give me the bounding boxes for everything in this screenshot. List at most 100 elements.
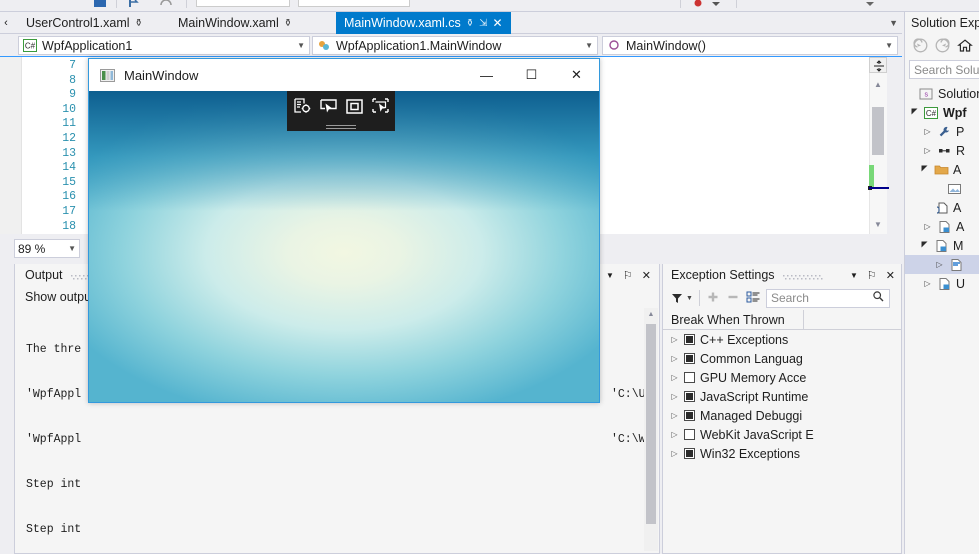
minimize-button[interactable]: — — [464, 59, 509, 91]
tree-item-folder[interactable]: A — [905, 160, 979, 179]
break-when-thrown-checkbox[interactable] — [684, 372, 695, 383]
remove-exception-button[interactable] — [726, 290, 740, 307]
exception-category-row[interactable]: ▷ Managed Debuggi — [663, 406, 901, 425]
output-scroll-up-arrow[interactable]: ▲ — [644, 308, 658, 321]
navbar-project-dropdown[interactable]: C# WpfApplication1 ▼ — [18, 36, 310, 55]
editor-zoom-combobox[interactable]: 89 % ▼ — [14, 239, 80, 258]
scrollbar-up-arrow[interactable]: ▲ — [869, 77, 887, 91]
tree-item-image[interactable] — [905, 179, 979, 198]
tree-item-mainwindow-xaml-cs[interactable]: ▷ — [905, 255, 979, 274]
break-when-thrown-checkbox[interactable] — [684, 429, 695, 440]
filter-caret-icon[interactable]: ▼ — [686, 295, 693, 302]
magnifier-icon[interactable] — [872, 290, 885, 306]
scrollbar-down-arrow[interactable]: ▼ — [869, 217, 887, 231]
navbar-member-dropdown[interactable]: MainWindow() ▼ — [602, 36, 898, 55]
tab-overflow-button[interactable]: ▼ — [889, 12, 898, 34]
expander-icon[interactable]: ▷ — [670, 373, 679, 382]
expander-collapsed-icon[interactable]: ▷ — [922, 279, 933, 288]
tree-item-mainwindow-xaml[interactable]: M — [905, 236, 979, 255]
output-close-button[interactable]: ✕ — [642, 269, 651, 282]
expander-icon[interactable]: ▷ — [670, 411, 679, 420]
pane-drag-grip[interactable] — [782, 271, 839, 280]
scrollbar-thumb[interactable] — [872, 107, 884, 155]
tree-item-usercontrol1-xaml[interactable]: ▷ U — [905, 274, 979, 293]
expander-icon[interactable]: ▷ — [670, 449, 679, 458]
expander-expanded-icon[interactable] — [919, 240, 930, 251]
vs-inapp-toolbar[interactable] — [287, 91, 395, 131]
unpin-icon[interactable]: ⇲ — [479, 18, 487, 29]
toolbar-combo-platform[interactable] — [298, 0, 410, 7]
expander-collapsed-icon[interactable]: ▷ — [922, 127, 933, 136]
tab-usercontrol1-xaml[interactable]: UserControl1.xaml ⚱ — [18, 12, 151, 34]
editor-split-view-button[interactable] — [869, 57, 887, 73]
exception-settings-header[interactable]: Exception Settings ▼ ⚐ ✕ — [663, 264, 901, 286]
output-vertical-scrollbar[interactable]: ▲ — [644, 308, 658, 551]
forward-icon[interactable] — [935, 38, 950, 56]
tree-item-properties[interactable]: ▷ P — [905, 122, 979, 141]
exception-settings-dropdown-button[interactable]: ▼ — [850, 271, 858, 280]
pin-icon[interactable]: ⚱ — [466, 18, 474, 29]
track-focused-element-icon[interactable] — [369, 95, 391, 117]
exception-category-row[interactable]: ▷ WebKit JavaScript E — [663, 425, 901, 444]
expander-expanded-icon[interactable] — [909, 107, 920, 118]
tree-item-app-xaml[interactable]: ▷ A — [905, 217, 979, 236]
wpf-app-window[interactable]: MainWindow — ☐ ✕ — [88, 58, 600, 403]
exception-settings-column-header[interactable]: Break When Thrown — [663, 309, 901, 330]
pin-icon[interactable]: ⚱ — [284, 18, 292, 29]
toolbar-overflow-icon[interactable] — [708, 0, 724, 10]
main-toolbar-strip[interactable] — [0, 0, 979, 12]
expander-icon[interactable]: ▷ — [670, 335, 679, 344]
tab-mainwindow-xaml-cs[interactable]: MainWindow.xaml.cs ⚱ ⇲ ✕ — [336, 12, 511, 34]
filter-icon[interactable]: ▼ — [670, 291, 693, 305]
solution-explorer-tree[interactable]: s Solution C# Wpf ▷ P ▷ R A A ▷ A M ▷ ▷ … — [905, 84, 979, 293]
toolbar-combo-config[interactable] — [196, 0, 290, 7]
exception-category-row[interactable]: ▷ Common Languag — [663, 349, 901, 368]
toolbar-button-stop[interactable] — [690, 0, 706, 10]
enable-selection-icon[interactable] — [317, 95, 339, 117]
chevron-down-icon[interactable]: ▼ — [68, 244, 76, 253]
app-window-client-area[interactable] — [89, 91, 599, 402]
toolbar-button-step-over[interactable] — [158, 0, 174, 10]
maximize-button[interactable]: ☐ — [509, 59, 554, 91]
column-divider[interactable] — [803, 309, 804, 330]
exception-settings-close-button[interactable]: ✕ — [886, 269, 895, 282]
expander-expanded-icon[interactable] — [919, 164, 930, 175]
tree-item-solution[interactable]: s Solution — [905, 84, 979, 103]
tab-scroll-left-button[interactable]: ‹ — [0, 12, 12, 34]
exception-settings-pin-button[interactable]: ⚐ — [867, 269, 877, 282]
tab-mainwindow-xaml[interactable]: MainWindow.xaml ⚱ — [170, 12, 300, 34]
chevron-down-icon[interactable]: ▼ — [885, 41, 893, 50]
chevron-down-icon[interactable]: ▼ — [297, 41, 305, 50]
toolbar-expand-icon[interactable] — [862, 0, 878, 10]
expander-collapsed-icon[interactable]: ▷ — [922, 146, 933, 155]
chevron-down-icon[interactable]: ▼ — [585, 41, 593, 50]
break-when-thrown-checkbox[interactable] — [684, 391, 695, 402]
toolbar-button-step[interactable] — [126, 0, 142, 10]
add-exception-button[interactable] — [706, 290, 720, 307]
columns-icon[interactable] — [746, 290, 760, 307]
go-to-live-visual-tree-icon[interactable] — [291, 95, 313, 117]
break-when-thrown-checkbox[interactable] — [684, 353, 695, 364]
break-when-thrown-checkbox[interactable] — [684, 334, 695, 345]
close-icon[interactable]: ✕ — [492, 16, 502, 30]
back-icon[interactable] — [913, 38, 928, 56]
expander-icon[interactable]: ▷ — [670, 392, 679, 401]
home-icon[interactable] — [957, 38, 973, 56]
tree-item-project[interactable]: C# Wpf — [905, 103, 979, 122]
exception-category-row[interactable]: ▷ JavaScript Runtime — [663, 387, 901, 406]
output-pin-button[interactable]: ⚐ — [623, 269, 633, 282]
solution-explorer-search-input[interactable]: Search Soluti — [909, 60, 979, 79]
output-scrollbar-thumb[interactable] — [646, 324, 656, 524]
exception-settings-list[interactable]: ▷ C++ Exceptions ▷ Common Languag ▷ GPU … — [663, 330, 901, 552]
expander-icon[interactable]: ▷ — [670, 430, 679, 439]
break-when-thrown-checkbox[interactable] — [684, 448, 695, 459]
toolbar-button-start[interactable] — [92, 0, 108, 10]
exception-category-row[interactable]: ▷ GPU Memory Acce — [663, 368, 901, 387]
exception-category-row[interactable]: ▷ Win32 Exceptions — [663, 444, 901, 463]
exception-search-input[interactable]: Search — [765, 288, 890, 308]
expander-icon[interactable]: ▷ — [670, 354, 679, 363]
navbar-type-dropdown[interactable]: WpfApplication1.MainWindow ▼ — [312, 36, 598, 55]
close-button[interactable]: ✕ — [554, 59, 599, 91]
expander-collapsed-icon[interactable]: ▷ — [934, 260, 945, 269]
display-layout-adorners-icon[interactable] — [343, 95, 365, 117]
